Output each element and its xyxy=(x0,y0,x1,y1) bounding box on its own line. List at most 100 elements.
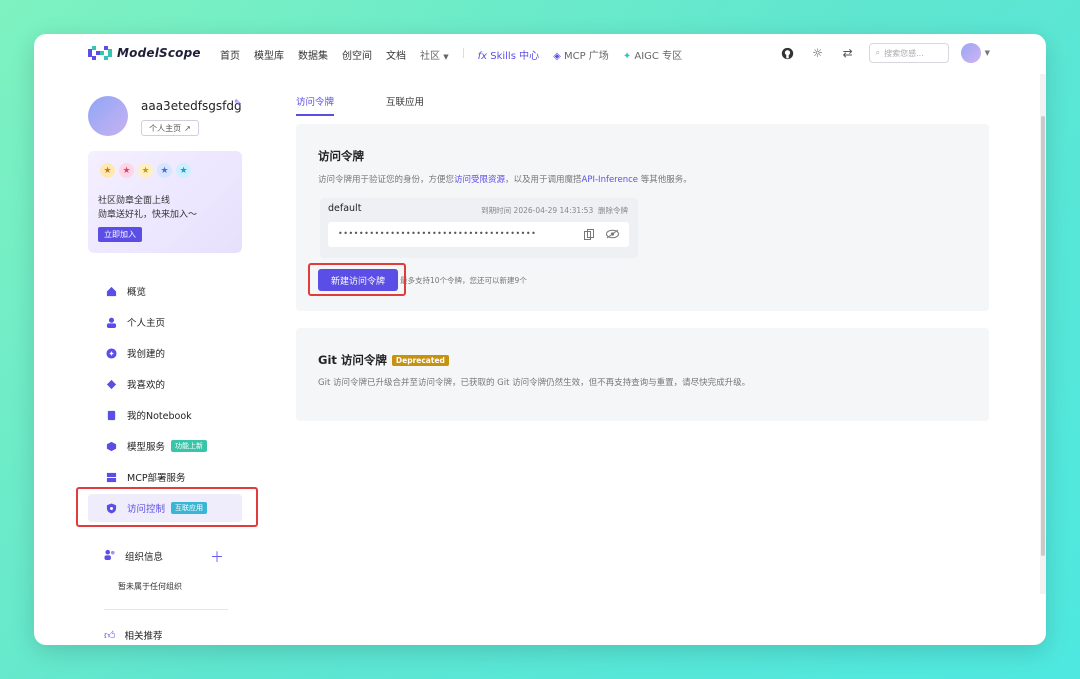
nav-docs[interactable]: 文档 xyxy=(386,47,406,62)
avatar[interactable] xyxy=(88,96,128,136)
modelscope-logo-icon xyxy=(88,46,112,60)
git-token-title: Git 访问令牌 xyxy=(318,353,387,367)
tab-interconnect-apps[interactable]: 互联应用 xyxy=(386,94,424,116)
token-value-field[interactable]: •••••••••••••••••••••••••••••••••••••• xyxy=(328,222,629,247)
nav-datasets[interactable]: 数据集 xyxy=(298,47,328,62)
deprecated-badge: Deprecated xyxy=(391,354,449,366)
nav-community[interactable]: 社区 ▼ xyxy=(420,47,449,62)
sidebar-item-label: 个人主页 xyxy=(127,318,166,329)
logo-text: ModelScope xyxy=(117,46,201,60)
personal-home-button[interactable]: 个人主页 ↗ xyxy=(141,120,199,136)
sidebar-item-recommend[interactable]: 👍︎ 相关推荐 xyxy=(104,628,163,643)
medal-icon: ★ xyxy=(100,163,115,178)
user-avatar[interactable] xyxy=(960,43,981,63)
favorite-icon xyxy=(104,377,118,391)
github-icon[interactable] xyxy=(779,44,797,62)
nav-aigc[interactable]: ✦ AIGC 专区 xyxy=(623,47,682,62)
user-icon xyxy=(104,315,118,329)
promo-text-2: 勋章送好礼，快来加入～ xyxy=(98,210,198,220)
logo[interactable]: ModelScope xyxy=(88,46,201,60)
copy-icon[interactable] xyxy=(584,229,595,240)
sidebar-item-label: 模型服务 xyxy=(127,442,166,453)
settings-tabs: 访问令牌 互联应用 xyxy=(296,94,424,116)
access-token-title: 访问令牌 xyxy=(318,149,364,163)
desc-mid: ，以及用于调用魔搭 xyxy=(505,175,582,185)
tab-access-token[interactable]: 访问令牌 xyxy=(296,94,335,116)
add-org-icon[interactable]: ＋ xyxy=(210,547,224,567)
org-info-label: 组织信息 xyxy=(125,552,164,563)
sidebar-item-label: MCP部署服务 xyxy=(127,473,186,484)
external-link-icon: ↗ xyxy=(184,123,191,133)
nav-models[interactable]: 模型库 xyxy=(254,47,284,62)
scrollbar[interactable] xyxy=(1040,74,1046,594)
theme-toggle-icon[interactable]: ☼ xyxy=(809,44,827,62)
notebook-icon xyxy=(104,408,118,422)
sidebar-item-label: 我创建的 xyxy=(127,349,166,360)
thumbs-up-icon: 👍︎ xyxy=(104,628,116,642)
medal-icon: ★ xyxy=(138,163,153,178)
org-info-title: 组织信息 xyxy=(104,549,163,563)
org-icon xyxy=(104,549,116,563)
token-expiry: 到期时间 2026-04-29 14:31:53 xyxy=(481,206,594,215)
sidebar-item-label: 我喜欢的 xyxy=(127,380,166,391)
highlight-box-new-token xyxy=(308,263,406,296)
create-icon xyxy=(104,346,118,360)
nav-skills-label: Skills 中心 xyxy=(490,51,540,62)
medal-icon: ★ xyxy=(176,163,191,178)
skills-icon: fx xyxy=(477,51,488,62)
sidebar-item-model-service[interactable]: 模型服务 功能上新 xyxy=(88,432,242,460)
sidebar-divider xyxy=(104,609,228,610)
search-placeholder: 搜索您感... xyxy=(884,48,924,58)
medal-icon: ★ xyxy=(119,163,134,178)
scrollbar-thumb[interactable] xyxy=(1041,116,1045,556)
join-now-button[interactable]: 立即加入 xyxy=(98,227,142,242)
sidebar-item-label: 我的Notebook xyxy=(127,411,192,422)
mcp-icon: ◈ xyxy=(553,51,561,62)
desc-suffix: 等其他服务。 xyxy=(640,175,692,185)
org-empty-text: 暂未属于任何组织 xyxy=(118,582,182,591)
sidebar-item-favorites[interactable]: 我喜欢的 xyxy=(88,370,242,398)
new-feature-tag: 功能上新 xyxy=(171,440,208,452)
desc-prefix: 访问令牌用于验证您的身份，方便您 xyxy=(318,175,455,185)
sidebar-item-label: 概览 xyxy=(127,287,147,298)
home-icon xyxy=(104,284,118,298)
edit-icon[interactable]: ✎ xyxy=(234,99,242,109)
nav-home[interactable]: 首页 xyxy=(220,47,240,62)
sparkle-icon: ✦ xyxy=(622,51,632,62)
sidebar-item-personal-home[interactable]: 个人主页 xyxy=(88,308,242,336)
cube-icon xyxy=(104,439,118,453)
restricted-resources-link[interactable]: 访问受限资源 xyxy=(454,175,505,185)
recommend-label: 相关推荐 xyxy=(124,631,163,642)
git-token-desc: Git 访问令牌已升级合并至访问令牌，已获取的 Git 访问令牌仍然生效，但不再… xyxy=(318,378,751,388)
medal-row: ★ ★ ★ ★ ★ xyxy=(100,163,191,178)
eye-off-icon[interactable] xyxy=(606,229,619,240)
nav-aigc-label: AIGC 专区 xyxy=(634,51,683,62)
chevron-down-icon: ▼ xyxy=(443,53,449,61)
nav-studios[interactable]: 创空间 xyxy=(342,47,372,62)
sidebar-item-notebook[interactable]: 我的Notebook xyxy=(88,401,242,429)
git-token-card: Git 访问令牌 Deprecated Git 访问令牌已升级合并至访问令牌，已… xyxy=(296,328,989,421)
access-token-desc: 访问令牌用于验证您的身份，方便您访问受限资源，以及用于调用魔搭API-Infer… xyxy=(318,173,692,185)
nav-right: ☼ ⇄ ⌕ 搜索您感... ▼ xyxy=(779,43,990,63)
nav-mcp[interactable]: ◈ MCP 广场 xyxy=(553,47,609,62)
search-input[interactable]: ⌕ 搜索您感... xyxy=(868,43,949,63)
highlight-box-sidebar xyxy=(76,487,258,527)
nav-skills[interactable]: fx Skills 中心 xyxy=(478,47,540,62)
search-icon: ⌕ xyxy=(875,48,881,57)
token-limit-text: 最多支持10个令牌，您还可以新建9个 xyxy=(400,276,527,285)
nav-menu: 首页 模型库 数据集 创空间 文档 社区 ▼ fx Skills 中心 ◈ MC… xyxy=(220,47,682,62)
sidebar-item-overview[interactable]: 概览 xyxy=(88,277,242,305)
token-item: default 到期时间 2026-04-29 14:31:53 删除令牌 ••… xyxy=(320,198,638,258)
browser-window: ModelScope 首页 模型库 数据集 创空间 文档 社区 ▼ fx Ski… xyxy=(34,34,1046,645)
top-nav: ModelScope 首页 模型库 数据集 创空间 文档 社区 ▼ fx Ski… xyxy=(34,34,1046,74)
token-meta: 到期时间 2026-04-29 14:31:53 删除令牌 xyxy=(481,205,628,216)
nav-community-label: 社区 xyxy=(420,51,440,62)
translate-icon[interactable]: ⇄ xyxy=(839,44,857,62)
sidebar-item-created[interactable]: 我创建的 xyxy=(88,339,242,367)
delete-token-link[interactable]: 删除令牌 xyxy=(598,206,628,215)
token-masked-value: •••••••••••••••••••••••••••••••••••••• xyxy=(338,229,537,238)
api-inference-link[interactable]: API-Inference xyxy=(582,175,638,185)
promo-text-1: 社区勋章全面上线 xyxy=(98,196,171,206)
nav-divider xyxy=(462,48,464,58)
chevron-down-icon[interactable]: ▼ xyxy=(985,49,990,57)
